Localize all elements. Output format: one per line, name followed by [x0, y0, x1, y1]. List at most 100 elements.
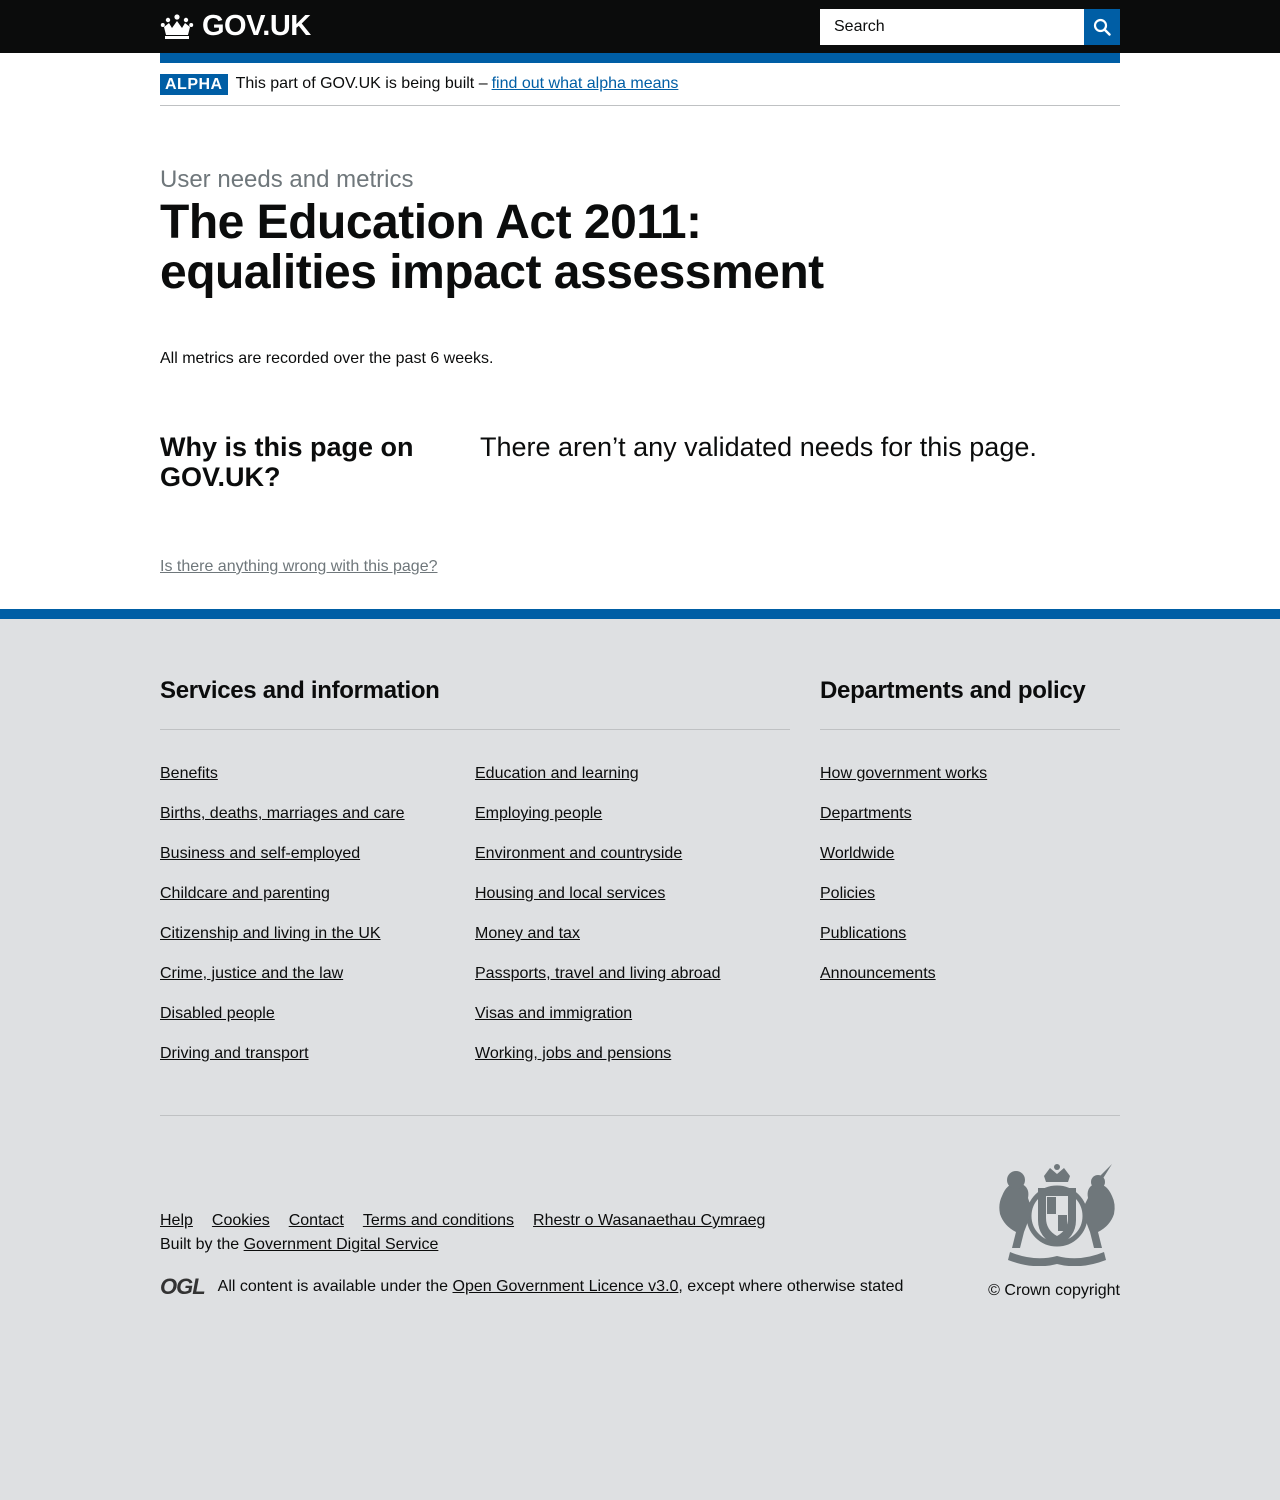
- licence-suffix: , except where otherwise stated: [678, 1278, 904, 1295]
- list-item: Money and tax: [475, 925, 790, 965]
- footer-navigation: Services and information Benefits Births…: [160, 677, 1120, 1085]
- list-item: Working, jobs and pensions: [475, 1045, 790, 1085]
- services-list-1: Benefits Births, deaths, marriages and c…: [160, 765, 475, 1085]
- alpha-info-link[interactable]: find out what alpha means: [492, 75, 679, 93]
- gds-link[interactable]: Government Digital Service: [244, 1236, 439, 1253]
- list-item: Passports, travel and living abroad: [475, 965, 790, 1005]
- list-item: Disabled people: [160, 1005, 475, 1045]
- list-item: Business and self-employed: [160, 845, 475, 885]
- list-item: Cookies: [212, 1212, 270, 1230]
- main-content: User needs and metrics The Education Act…: [160, 166, 1120, 609]
- services-column-2: Education and learning Employing people …: [475, 765, 790, 1085]
- phase-text: This part of GOV.UK is being built –: [235, 75, 488, 92]
- list-item: Environment and countryside: [475, 845, 790, 885]
- list-item: Terms and conditions: [363, 1212, 514, 1230]
- footer-link-announcements[interactable]: Announcements: [820, 965, 936, 982]
- footer-link-policies[interactable]: Policies: [820, 885, 875, 902]
- departments-list: How government works Departments Worldwi…: [820, 765, 987, 1005]
- departments-columns: How government works Departments Worldwi…: [820, 765, 1120, 1005]
- footer-meta: Help Cookies Contact Terms and condition…: [160, 1162, 1120, 1300]
- list-item: Crime, justice and the law: [160, 965, 475, 1005]
- footer-link-driving[interactable]: Driving and transport: [160, 1045, 309, 1062]
- footer-link-publications[interactable]: Publications: [820, 925, 906, 942]
- crown-icon: [160, 14, 194, 39]
- services-section: Services and information Benefits Births…: [160, 677, 790, 1085]
- phase-banner: ALPHA This part of GOV.UK is being built…: [160, 63, 1120, 106]
- list-item: Births, deaths, marriages and care: [160, 805, 475, 845]
- footer-divider: [160, 1115, 1120, 1116]
- footer-link-money-tax[interactable]: Money and tax: [475, 925, 580, 942]
- footer-link-crime-justice[interactable]: Crime, justice and the law: [160, 965, 343, 982]
- govuk-logo-link[interactable]: GOV.UK: [160, 10, 311, 43]
- list-item: Publications: [820, 925, 987, 965]
- header-blue-bar: [160, 53, 1120, 63]
- ogl-logo-icon: OGL: [160, 1274, 206, 1299]
- footer-link-visas[interactable]: Visas and immigration: [475, 1005, 632, 1022]
- footer-inner: Services and information Benefits Births…: [160, 619, 1120, 1300]
- footer-link-worldwide[interactable]: Worldwide: [820, 845, 894, 862]
- footer-meta-links: Help Cookies Contact Terms and condition…: [160, 1212, 903, 1230]
- search-icon: [1093, 18, 1111, 36]
- departments-section: Departments and policy How government wo…: [820, 677, 1120, 1085]
- built-by: Built by the Government Digital Service: [160, 1236, 903, 1254]
- footer-link-working[interactable]: Working, jobs and pensions: [475, 1045, 671, 1062]
- footer-link-childcare[interactable]: Childcare and parenting: [160, 885, 330, 902]
- footer-link-help[interactable]: Help: [160, 1212, 193, 1229]
- licence: OGL All content is available under the O…: [160, 1274, 903, 1300]
- report-problem-link[interactable]: Is there anything wrong with this page?: [160, 558, 438, 575]
- main-wrapper: ALPHA This part of GOV.UK is being built…: [0, 53, 1280, 609]
- footer-link-passports[interactable]: Passports, travel and living abroad: [475, 965, 720, 982]
- needs-heading: Why is this page on GOV.UK?: [160, 432, 414, 492]
- search-form: [820, 8, 1120, 45]
- ogl-licence-link[interactable]: Open Government Licence v3.0: [453, 1278, 679, 1295]
- header-inner: GOV.UK: [160, 0, 1120, 53]
- report-problem-row: Is there anything wrong with this page?: [160, 558, 1120, 609]
- footer-link-benefits[interactable]: Benefits: [160, 765, 218, 782]
- footer-link-housing[interactable]: Housing and local services: [475, 885, 665, 902]
- footer-link-contact[interactable]: Contact: [289, 1212, 344, 1229]
- main-container: ALPHA This part of GOV.UK is being built…: [160, 63, 1120, 609]
- footer-link-environment[interactable]: Environment and countryside: [475, 845, 682, 862]
- list-item: Driving and transport: [160, 1045, 475, 1085]
- logo-text: GOV.UK: [202, 10, 311, 42]
- list-item: Worldwide: [820, 845, 987, 885]
- search-button[interactable]: [1084, 8, 1120, 45]
- footer-link-employing[interactable]: Employing people: [475, 805, 602, 822]
- footer-link-departments[interactable]: Departments: [820, 805, 912, 822]
- services-column-1: Benefits Births, deaths, marriages and c…: [160, 765, 475, 1085]
- list-item: Departments: [820, 805, 987, 845]
- site-footer: Services and information Benefits Births…: [0, 609, 1280, 1500]
- list-item: Benefits: [160, 765, 475, 805]
- services-columns: Benefits Births, deaths, marriages and c…: [160, 765, 790, 1085]
- list-item: Policies: [820, 885, 987, 925]
- list-item: How government works: [820, 765, 987, 805]
- search-input[interactable]: [820, 8, 1084, 45]
- metrics-note: All metrics are recorded over the past 6…: [160, 350, 494, 367]
- footer-link-disabled-people[interactable]: Disabled people: [160, 1005, 275, 1022]
- list-item: Citizenship and living in the UK: [160, 925, 475, 965]
- footer-link-terms[interactable]: Terms and conditions: [363, 1212, 514, 1229]
- footer-link-citizenship[interactable]: Citizenship and living in the UK: [160, 925, 381, 942]
- services-list-2: Education and learning Employing people …: [475, 765, 790, 1085]
- list-item: Rhestr o Wasanaethau Cymraeg: [533, 1212, 765, 1230]
- footer-link-welsh-services[interactable]: Rhestr o Wasanaethau Cymraeg: [533, 1212, 765, 1229]
- footer-link-business[interactable]: Business and self-employed: [160, 845, 360, 862]
- footer-meta-left: Help Cookies Contact Terms and condition…: [160, 1162, 903, 1300]
- list-item: Housing and local services: [475, 885, 790, 925]
- built-by-prefix: Built by the: [160, 1236, 240, 1253]
- list-item: Employing people: [475, 805, 790, 845]
- licence-text: All content is available under the Open …: [218, 1278, 904, 1296]
- licence-prefix: All content is available under the: [217, 1278, 449, 1295]
- list-item: Help: [160, 1212, 193, 1230]
- footer-link-education[interactable]: Education and learning: [475, 765, 639, 782]
- user-needs-section: Why is this page on GOV.UK? There aren’t…: [160, 432, 1120, 492]
- footer-link-cookies[interactable]: Cookies: [212, 1212, 270, 1229]
- list-item: Visas and immigration: [475, 1005, 790, 1045]
- page-title: The Education Act 2011: equalities impac…: [160, 196, 824, 299]
- departments-heading: Departments and policy: [820, 677, 1120, 730]
- footer-link-births-deaths[interactable]: Births, deaths, marriages and care: [160, 805, 405, 822]
- footer-link-how-government-works[interactable]: How government works: [820, 765, 987, 782]
- services-heading: Services and information: [160, 677, 790, 730]
- alpha-tag: ALPHA: [160, 73, 228, 95]
- list-item: Childcare and parenting: [160, 885, 475, 925]
